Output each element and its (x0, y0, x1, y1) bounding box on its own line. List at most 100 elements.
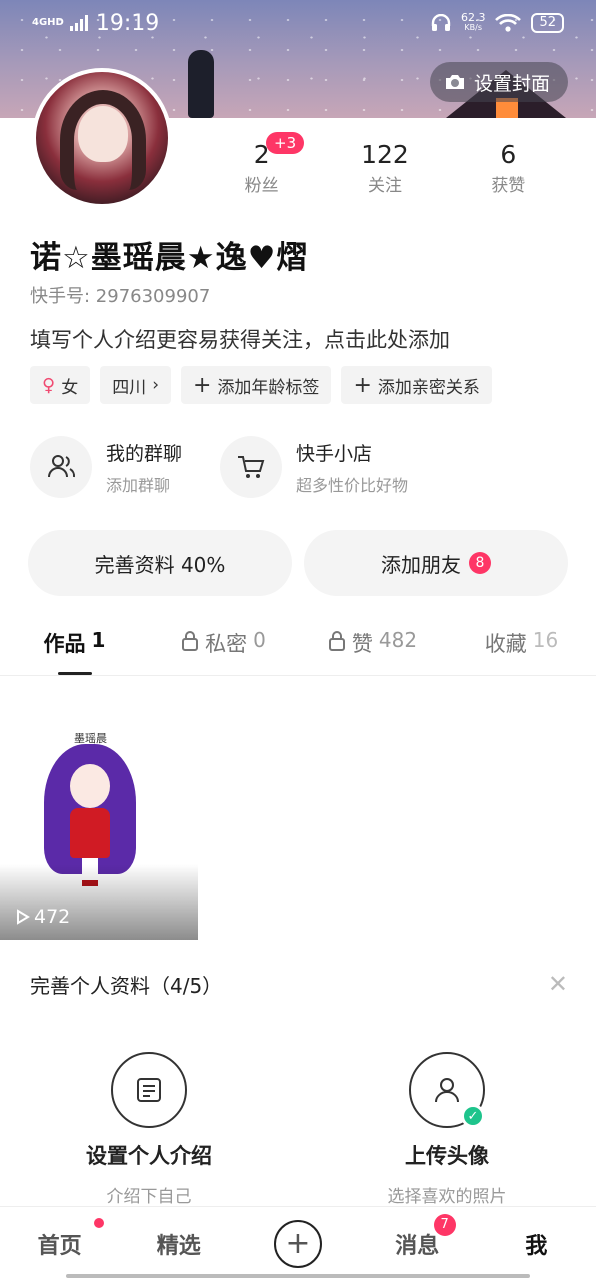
cover-person-silhouette (188, 50, 214, 118)
set-cover-button[interactable]: 设置封面 (429, 62, 568, 102)
plus-icon: + (193, 372, 212, 398)
avatar-face (78, 106, 128, 162)
bottom-nav: 首页 精选 + 消息 7 我 (0, 1206, 596, 1280)
card-set-intro-title: 设置个人介绍 (86, 1144, 212, 1168)
close-icon[interactable]: ✕ (548, 970, 568, 998)
stat-likes[interactable]: 6 获赞 (447, 140, 570, 196)
lock-icon (182, 631, 199, 651)
tab-works-label: 作品 (43, 632, 86, 656)
tab-favorites[interactable]: 收藏 16 (447, 628, 596, 675)
camera-icon (445, 75, 464, 89)
profile-intro[interactable]: 填写个人介绍更容易获得关注，点击此处添加 (30, 324, 450, 354)
card-set-intro-sub: 介绍下自己 (106, 1187, 192, 1207)
plus-icon: + (353, 372, 372, 398)
nav-messages-label: 消息 (395, 1233, 440, 1259)
wifi-icon (495, 14, 522, 32)
complete-profile-label: 完善资料 40% (94, 552, 226, 577)
tag-location[interactable]: 四川 › (100, 366, 171, 404)
tag-add-age-label: 添加年龄标签 (217, 377, 320, 398)
stat-following[interactable]: 122 关注 (323, 140, 446, 196)
user-icon: ✓ (409, 1052, 485, 1128)
tab-works-count: 1 (91, 628, 106, 652)
new-followers-badge: +3 (266, 132, 305, 154)
network-speed: 62.3 KB/s (460, 11, 486, 32)
set-cover-label: 设置封面 (473, 72, 550, 95)
group-icon (30, 436, 92, 498)
nav-create[interactable]: + (238, 1219, 357, 1268)
add-friend-label: 添加朋友 (381, 552, 461, 577)
video-shade (0, 864, 198, 940)
complete-profile-cards: 设置个人介绍 介绍下自己 ✓ 上传头像 选择喜欢的照片 (0, 1052, 596, 1207)
profile-stats: 2 粉丝 +3 122 关注 6 获赞 (200, 132, 570, 196)
battery-indicator: 52 (531, 13, 564, 33)
headphones-icon (431, 14, 451, 31)
tab-private-count: 0 (253, 628, 266, 652)
tab-liked-label: 赞 (351, 632, 373, 656)
plus-icon: + (274, 1219, 322, 1268)
stat-followers-count: 2 (253, 140, 270, 169)
tab-private[interactable]: 私密 0 (149, 628, 298, 675)
tab-works[interactable]: 作品 1 (0, 628, 149, 675)
profile-tags: ♀ 女 四川 › + 添加年龄标签 + 添加亲密关系 (30, 366, 492, 404)
stat-likes-count: 6 (500, 140, 517, 169)
network-indicator: 4GHD (32, 17, 64, 28)
tag-gender-label: 女 (61, 377, 79, 398)
profile-name: 诺☆墨瑶晨★逸♥熠 (30, 240, 309, 276)
tag-add-age[interactable]: + 添加年龄标签 (181, 366, 332, 404)
tab-private-label: 私密 (205, 632, 248, 656)
entry-shop[interactable]: 快手小店 超多性价比好物 (220, 436, 408, 498)
complete-profile-button[interactable]: 完善资料 40% (28, 530, 292, 596)
complete-profile-title: 完善个人资料（4/5） (30, 974, 223, 998)
chevron-right-icon: › (152, 375, 159, 395)
kuaishou-id[interactable]: 快手号: 2976309907 (30, 282, 210, 308)
status-bar: 4GHD 19:19 62.3 KB/s 52 (0, 0, 596, 46)
video-plays: 472 (34, 906, 71, 928)
stat-following-count: 122 (361, 140, 409, 169)
entry-group-chat-title: 我的群聊 (106, 442, 183, 465)
stat-followers[interactable]: 2 粉丝 +3 (200, 132, 323, 196)
tag-location-label: 四川 (112, 377, 147, 398)
add-friend-button[interactable]: 添加朋友 8 (304, 530, 568, 596)
card-upload-avatar-sub: 选择喜欢的照片 (387, 1187, 507, 1207)
stat-likes-label: 获赞 (491, 176, 526, 196)
character-face (70, 764, 110, 808)
card-set-intro[interactable]: 设置个人介绍 介绍下自己 (0, 1052, 298, 1207)
character-dress (70, 808, 110, 858)
avatar[interactable] (32, 68, 172, 208)
tag-add-relation-label: 添加亲密关系 (377, 377, 480, 398)
nav-home[interactable]: 首页 (0, 1217, 119, 1260)
nav-messages[interactable]: 消息 7 (358, 1213, 477, 1260)
status-right: 62.3 KB/s 52 (431, 11, 564, 33)
document-icon (111, 1052, 187, 1128)
clock: 19:19 (95, 10, 160, 36)
tab-liked[interactable]: 赞 482 (298, 628, 447, 675)
add-friend-badge: 8 (469, 552, 491, 574)
entry-group-chat-sub: 添加群聊 (106, 475, 171, 495)
nav-home-label: 首页 (37, 1233, 82, 1259)
tag-gender[interactable]: ♀ 女 (30, 366, 91, 404)
cart-icon (220, 436, 283, 498)
video-thumbnail-character (44, 744, 136, 886)
nav-featured[interactable]: 精选 (119, 1228, 238, 1260)
nav-me[interactable]: 我 (477, 1228, 596, 1260)
video-play-count: 472 (16, 906, 70, 928)
home-indicator (66, 1274, 530, 1278)
tag-add-relation[interactable]: + 添加亲密关系 (341, 366, 492, 404)
entry-shop-sub: 超多性价比好物 (296, 475, 409, 495)
tab-liked-count: 482 (378, 628, 418, 652)
messages-badge: 7 (433, 1213, 456, 1236)
video-card[interactable]: 墨瑶晨 472 (0, 704, 198, 940)
entry-shop-title: 快手小店 (296, 442, 373, 465)
lock-icon (328, 631, 345, 651)
stat-followers-label: 粉丝 (244, 176, 279, 196)
play-icon (17, 909, 30, 925)
stat-following-label: 关注 (367, 176, 402, 196)
signal-icon (69, 15, 88, 31)
check-icon: ✓ (461, 1104, 485, 1128)
profile-actions: 完善资料 40% 添加朋友 8 (28, 530, 568, 596)
tab-favorites-count: 16 (532, 628, 559, 652)
card-upload-avatar[interactable]: ✓ 上传头像 选择喜欢的照片 (298, 1052, 596, 1207)
nav-featured-label: 精选 (156, 1233, 201, 1259)
nav-me-label: 我 (525, 1233, 548, 1259)
entry-group-chat[interactable]: 我的群聊 添加群聊 (30, 436, 182, 498)
